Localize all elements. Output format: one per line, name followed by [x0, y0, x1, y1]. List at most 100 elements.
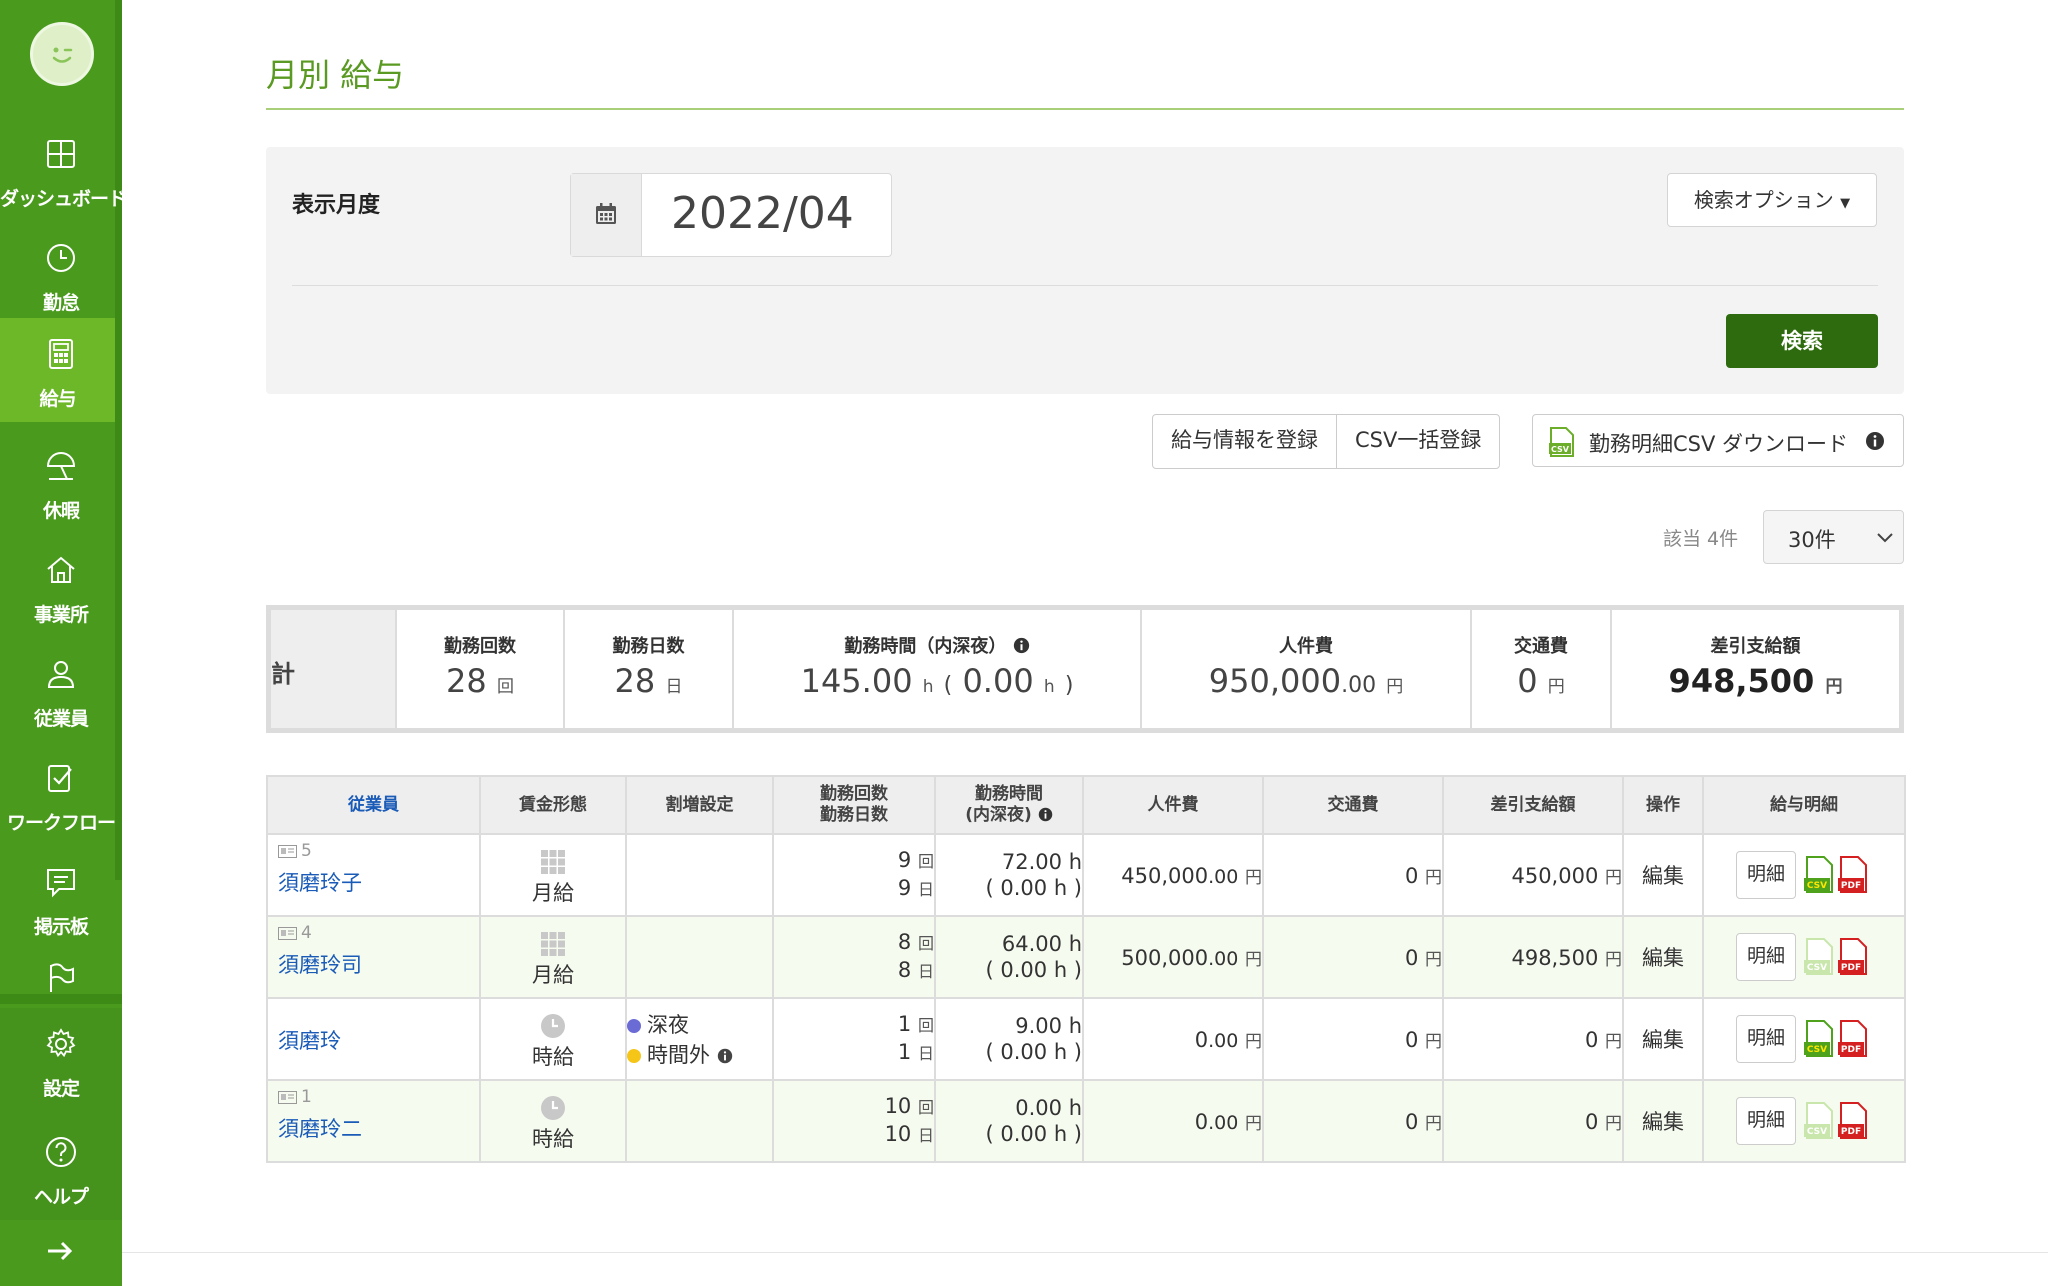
- labor-cost: 450,000: [1121, 863, 1209, 888]
- summary-value: 950,000: [1208, 662, 1342, 700]
- employee-name-link[interactable]: 須磨玲司: [278, 949, 362, 979]
- detail-button[interactable]: 明細: [1736, 933, 1796, 981]
- search-button[interactable]: 検索: [1726, 314, 1878, 368]
- sidebar-item-leave[interactable]: 休暇: [0, 430, 122, 534]
- info-icon[interactable]: [1865, 431, 1885, 451]
- summary-value-row: 948,500 円: [1612, 662, 1899, 700]
- info-icon[interactable]: [1013, 637, 1030, 654]
- employee-name-link[interactable]: 須磨玲: [278, 1025, 341, 1055]
- hours-cell: 64.00 h( 0.00 h ): [934, 915, 1084, 999]
- summary-unit: 回: [496, 677, 514, 697]
- payslip-cell: 明細 CSV PDF: [1702, 997, 1906, 1081]
- sidebar-item-label: 従業員: [33, 708, 89, 730]
- sidebar-item-payroll[interactable]: 給与: [0, 318, 115, 422]
- month-picker[interactable]: 2022/04: [570, 173, 892, 257]
- summary-unit: 円: [1825, 677, 1843, 697]
- payslip-cell: 明細 CSV PDF: [1702, 915, 1906, 999]
- pdf-download-icon[interactable]: PDF: [1838, 938, 1868, 976]
- download-work-csv-label: 勤務明細CSV ダウンロード: [1589, 432, 1849, 456]
- search-options-button[interactable]: 検索オプション ▼: [1667, 173, 1877, 227]
- svg-text:CSV: CSV: [1551, 445, 1570, 454]
- calendar-button[interactable]: [571, 174, 642, 256]
- yen-unit: 円: [1605, 949, 1622, 970]
- sidebar-item-label: 休暇: [42, 500, 80, 522]
- col-employee[interactable]: 従業員: [266, 775, 481, 835]
- employee-cell: 4 須磨玲司: [266, 915, 481, 999]
- net-pay-cell: 450,000 円: [1442, 833, 1624, 917]
- summary-value-row: 28 回: [397, 662, 563, 700]
- days-unit: 日: [917, 1126, 934, 1145]
- count-row: 10 回: [774, 1093, 934, 1121]
- sidebar-item-dashboard[interactable]: ダッシュボード: [0, 118, 127, 222]
- sidebar-item-settings[interactable]: 設定: [0, 1008, 122, 1116]
- csv-download-icon[interactable]: CSV: [1804, 1020, 1834, 1058]
- month-value[interactable]: 2022/04: [671, 188, 854, 239]
- transport-cost: 0: [1404, 1109, 1419, 1134]
- pdf-download-icon[interactable]: PDF: [1838, 1020, 1868, 1058]
- summary-label: 交通費: [1514, 636, 1568, 657]
- csv-download-icon[interactable]: CSV: [1804, 856, 1834, 894]
- edit-link[interactable]: 編集: [1622, 915, 1704, 999]
- work-hours: 64.00: [1001, 932, 1062, 956]
- count-cell: 9 回9 日: [772, 833, 936, 917]
- days-row: 9 日: [774, 875, 934, 903]
- transport-cost: 0: [1404, 945, 1419, 970]
- sidebar-item-board[interactable]: 掲示板: [0, 846, 122, 950]
- paren-open: (: [943, 673, 953, 698]
- col-days-label: 勤務日数: [820, 805, 888, 825]
- wage-type-cell: 時給: [479, 1079, 627, 1163]
- sidebar-item-office[interactable]: 事業所: [0, 534, 122, 638]
- premium-cell: 深夜 時間外: [625, 997, 774, 1081]
- info-icon[interactable]: [717, 1048, 733, 1064]
- yen-unit: 円: [1605, 1113, 1622, 1134]
- night-hours: ( 0.00 h ): [985, 1040, 1082, 1064]
- transport-cost: 0: [1404, 1027, 1419, 1052]
- transport-cell: 0 円: [1262, 833, 1444, 917]
- sidebar-item-flag[interactable]: [0, 942, 122, 1002]
- sidebar-item-help[interactable]: ヘルプ: [0, 1116, 122, 1220]
- work-days: 9: [897, 876, 912, 900]
- pdf-download-icon[interactable]: PDF: [1838, 1102, 1868, 1140]
- edit-link[interactable]: 編集: [1622, 833, 1704, 917]
- footer-divider: [122, 1252, 2048, 1253]
- svg-text:CSV: CSV: [1807, 963, 1827, 973]
- summary-value-row: 28 日: [565, 662, 732, 700]
- employee-name-link[interactable]: 須磨玲二: [278, 1113, 362, 1143]
- employee-id: 1: [301, 1087, 312, 1107]
- wage-type-label: 月給: [532, 963, 574, 987]
- detail-button[interactable]: 明細: [1736, 1015, 1796, 1063]
- employee-name-link[interactable]: 須磨玲子: [278, 867, 362, 897]
- expand-sidebar-arrow-icon[interactable]: [44, 1236, 76, 1266]
- dashboard-icon: [47, 140, 75, 168]
- checklist-icon: [48, 765, 72, 792]
- sidebar-item-workflow[interactable]: ワークフロー: [0, 742, 122, 846]
- employee-id-row: 1: [278, 1087, 312, 1107]
- sidebar-item-employees[interactable]: 従業員: [0, 638, 122, 742]
- sidebar-item-attendance[interactable]: 勤怠: [0, 222, 122, 326]
- register-button-group: 給与情報を登録 CSV一括登録: [1152, 414, 1501, 469]
- work-hours: 0.00: [1015, 1096, 1062, 1120]
- edit-link[interactable]: 編集: [1622, 1079, 1704, 1163]
- detail-button[interactable]: 明細: [1736, 851, 1796, 899]
- chevron-down-icon: [1877, 533, 1893, 543]
- employee-id: 5: [301, 841, 312, 861]
- yen-unit: 円: [1245, 1031, 1262, 1052]
- sidebar: ダッシュボード 勤怠 給与 休暇 事業所 従業員 ワークフロー 掲示板 設定 ヘ…: [0, 0, 127, 1286]
- count-row: 1 回: [774, 1011, 934, 1039]
- user-avatar[interactable]: [30, 22, 94, 86]
- hourly-clock-icon: [541, 1014, 565, 1038]
- download-work-csv-button[interactable]: CSV 勤務明細CSV ダウンロード: [1532, 414, 1904, 467]
- per-page-select[interactable]: 30件: [1763, 510, 1904, 564]
- col-night-label-row: (内深夜): [936, 805, 1082, 826]
- wage-type-cell: 時給: [479, 997, 627, 1081]
- hours-cell: 72.00 h( 0.00 h ): [934, 833, 1084, 917]
- csv-bulk-register-button[interactable]: CSV一括登録: [1336, 415, 1499, 468]
- pdf-download-icon[interactable]: PDF: [1838, 856, 1868, 894]
- edit-link[interactable]: 編集: [1622, 997, 1704, 1081]
- table-row: 4 須磨玲司 月給 8 回8 日 64.00 h( 0.00 h ) 500,0…: [266, 915, 1906, 999]
- info-icon[interactable]: [1038, 807, 1053, 822]
- detail-button[interactable]: 明細: [1736, 1097, 1796, 1145]
- employee-id: 4: [301, 923, 312, 943]
- col-labor-cost: 人件費: [1082, 775, 1264, 835]
- register-payroll-button[interactable]: 給与情報を登録: [1153, 415, 1336, 468]
